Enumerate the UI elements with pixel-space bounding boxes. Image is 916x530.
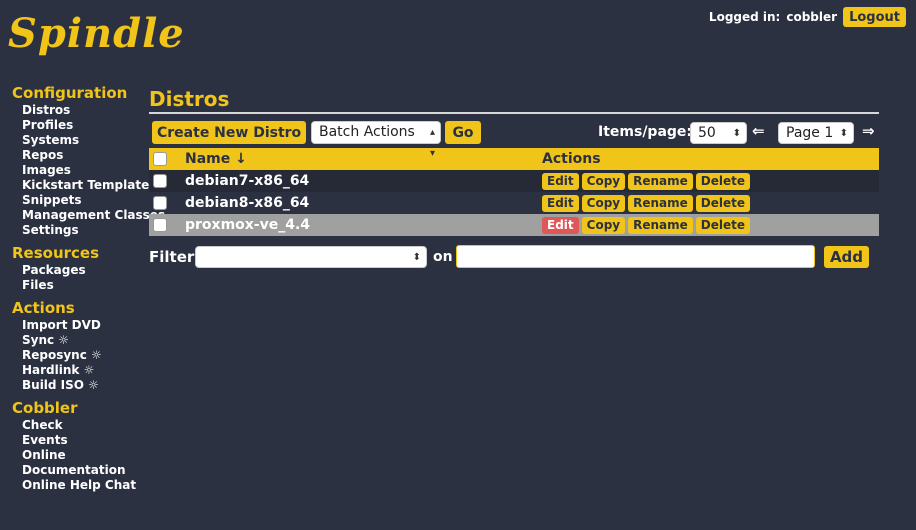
items-per-page-value: 50: [698, 125, 716, 141]
delete-button[interactable]: Delete: [695, 216, 751, 234]
sidebar-item-packages[interactable]: Packages: [22, 263, 147, 278]
column-header-actions: Actions: [542, 148, 879, 170]
filter-on-label: on: [433, 249, 453, 265]
sidebar-item-reposync[interactable]: Reposync ☼: [22, 348, 147, 363]
page-value: Page 1: [786, 125, 834, 141]
sidebar-heading-resources: Resources: [12, 244, 100, 262]
row-checkbox-cell: [149, 214, 185, 236]
username: cobbler: [786, 10, 838, 24]
app-logo[interactable]: Spindle: [8, 10, 185, 57]
delete-button[interactable]: Delete: [695, 172, 751, 190]
column-header-name[interactable]: Name ↓: [185, 148, 542, 170]
filter-value-input[interactable]: [456, 245, 815, 268]
edit-button[interactable]: Edit: [542, 194, 579, 212]
select-all-cell: [149, 148, 185, 170]
sidebar-item-files[interactable]: Files: [22, 278, 147, 293]
sidebar-item-profiles[interactable]: Profiles: [22, 118, 147, 133]
edit-button[interactable]: Edit: [542, 172, 579, 190]
copy-button[interactable]: Copy: [581, 216, 626, 234]
add-filter-button[interactable]: Add: [824, 246, 869, 268]
table-row-highlighted: proxmox-ve_4.4 Edit Copy Rename Delete: [149, 214, 879, 236]
sidebar-heading-actions: Actions: [12, 299, 75, 317]
title-divider: [149, 112, 879, 114]
table-row: debian7-x86_64 Edit Copy Rename Delete: [149, 170, 879, 192]
edit-button-hovered[interactable]: Edit: [542, 216, 579, 234]
items-per-page-select[interactable]: 50 ⬍: [690, 122, 747, 144]
copy-button[interactable]: Copy: [581, 194, 626, 212]
page-select[interactable]: Page 1 ⬍: [778, 122, 854, 144]
select-all-checkbox[interactable]: [153, 152, 167, 166]
row-checkbox[interactable]: [153, 196, 167, 210]
select-arrows-icon: ⬍: [839, 128, 848, 139]
sidebar-heading-configuration: Configuration: [12, 84, 128, 102]
sidebar-item-kickstart-templates[interactable]: Kickstart Templates: [22, 178, 156, 193]
row-actions: Edit Copy Rename Delete: [542, 214, 879, 236]
row-checkbox[interactable]: [153, 174, 167, 188]
row-checkbox[interactable]: [153, 218, 167, 232]
sidebar-heading-cobbler: Cobbler: [12, 399, 78, 417]
row-checkbox-cell: [149, 192, 185, 214]
sidebar-item-online[interactable]: Online: [22, 448, 147, 463]
sidebar-item-hardlink[interactable]: Hardlink ☼: [22, 363, 147, 378]
items-per-page-label: Items/page:: [598, 124, 693, 140]
select-arrows-icon: ⬍: [732, 128, 741, 139]
copy-button[interactable]: Copy: [581, 172, 626, 190]
sidebar-item-check[interactable]: Check: [22, 418, 147, 433]
select-arrows-icon: ▴ ▾: [429, 127, 435, 159]
rename-button[interactable]: Rename: [628, 216, 693, 234]
sidebar-item-management-classes[interactable]: Management Classes: [22, 208, 165, 223]
sidebar-item-import-dvd[interactable]: Import DVD: [22, 318, 147, 333]
filter-label: Filter: [149, 248, 195, 266]
rename-button[interactable]: Rename: [628, 172, 693, 190]
sidebar-item-documentation[interactable]: Documentation: [22, 463, 147, 478]
sidebar-item-repos[interactable]: Repos: [22, 148, 147, 163]
logged-in-label: Logged in:: [708, 10, 781, 24]
distro-name[interactable]: proxmox-ve_4.4: [185, 214, 542, 236]
next-page-arrow-icon[interactable]: ⇒: [862, 122, 875, 140]
row-actions: Edit Copy Rename Delete: [542, 192, 879, 214]
create-new-distro-button[interactable]: Create New Distro: [152, 121, 307, 144]
table-header-row: Name ↓ Actions: [149, 148, 879, 170]
sidebar-item-snippets[interactable]: Snippets: [22, 193, 147, 208]
page-title: Distros: [149, 87, 230, 111]
logout-button[interactable]: Logout: [843, 7, 906, 27]
distros-table: Name ↓ Actions debian7-x86_64 Edit Copy Re…: [149, 148, 879, 236]
batch-actions-select[interactable]: Batch Actions ▴ ▾: [311, 121, 441, 159]
sidebar-item-online-help-chat[interactable]: Online Help Chat: [22, 478, 147, 493]
sidebar-item-sync[interactable]: Sync ☼: [22, 333, 147, 348]
row-checkbox-cell: [149, 170, 185, 192]
prev-page-arrow-icon[interactable]: ⇐: [752, 122, 765, 140]
sidebar-item-systems[interactable]: Systems: [22, 133, 147, 148]
rename-button[interactable]: Rename: [628, 194, 693, 212]
sidebar-item-distros[interactable]: Distros: [22, 103, 147, 118]
filter-bar: Filter ⬍ on Add: [149, 243, 879, 273]
toolbar: Create New Distro Batch Actions ▴ ▾ Go It…: [149, 119, 879, 159]
sidebar-item-settings[interactable]: Settings: [22, 223, 147, 238]
row-actions: Edit Copy Rename Delete: [542, 170, 879, 192]
sidebar-item-images[interactable]: Images: [22, 163, 147, 178]
main-content: Distros Create New Distro Batch Actions …: [149, 86, 879, 273]
sidebar: Configuration Distros Profiles Systems R…: [12, 84, 165, 493]
table-row: debian8-x86_64 Edit Copy Rename Delete: [149, 192, 879, 214]
filter-field-select[interactable]: ⬍: [195, 246, 427, 268]
batch-actions-value: Batch Actions: [319, 124, 415, 140]
distro-name[interactable]: debian8-x86_64: [185, 192, 542, 214]
login-status: Logged in: cobbler Logout: [709, 7, 906, 27]
select-arrows-icon: ⬍: [412, 252, 421, 263]
distro-name[interactable]: debian7-x86_64: [185, 170, 542, 192]
sidebar-item-events[interactable]: Events: [22, 433, 147, 448]
sidebar-item-build-iso[interactable]: Build ISO ☼: [22, 378, 147, 393]
delete-button[interactable]: Delete: [695, 194, 751, 212]
go-button[interactable]: Go: [445, 121, 481, 144]
